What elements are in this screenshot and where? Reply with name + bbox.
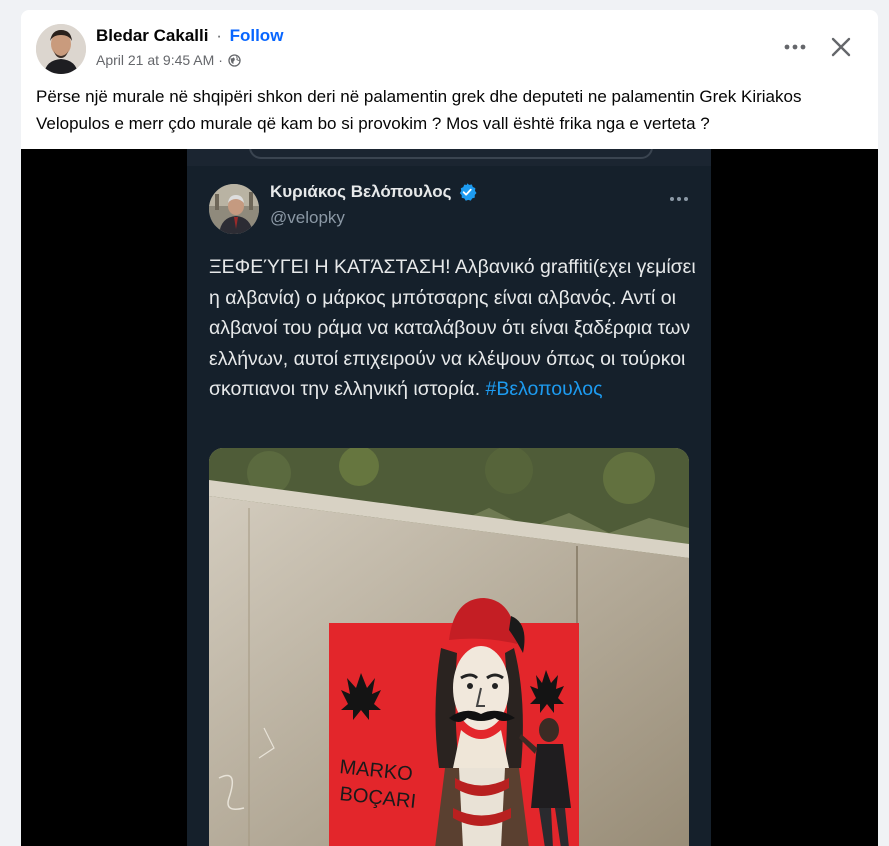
post-media[interactable]: Κυριάκος Βελόπουλος @velopky ΞΕΦΕΎΓΕΙ Η … bbox=[21, 149, 878, 846]
tweet-search-pill bbox=[249, 149, 653, 159]
more-horizontal-icon bbox=[784, 44, 806, 50]
author-avatar[interactable] bbox=[36, 24, 86, 74]
author-avatar-image bbox=[36, 24, 86, 74]
mural-photo: MARKO BOÇARI bbox=[209, 448, 689, 846]
tweet-more-icon bbox=[665, 189, 693, 209]
tweet-author-name-line: Κυριάκος Βελόπουλος bbox=[270, 182, 477, 202]
separator-dot: · bbox=[216, 26, 222, 45]
post-text: Përse një murale në shqipëri shkon deri … bbox=[36, 87, 802, 133]
tweet-hashtag: #Βελοπουλος bbox=[485, 378, 603, 400]
tweet-text: ΞΕΦΕΎΓΕΙ Η ΚΑΤΆΣΤΑΣΗ! Αλβανικό graffiti(… bbox=[209, 256, 696, 400]
tweet-screenshot: Κυριάκος Βελόπουλος @velopky ΞΕΦΕΎΓΕΙ Η … bbox=[187, 149, 711, 846]
post-timestamp[interactable]: April 21 at 9:45 AM bbox=[96, 51, 214, 69]
close-button[interactable] bbox=[825, 31, 857, 63]
close-icon bbox=[831, 37, 851, 57]
follow-button[interactable]: Follow bbox=[230, 26, 284, 45]
tweet-author-name: Κυριάκος Βελόπουλος bbox=[270, 182, 452, 201]
facebook-post: Bledar Cakalli · Follow April 21 at 9:45… bbox=[21, 10, 878, 846]
tweet-image: MARKO BOÇARI bbox=[209, 448, 689, 846]
verified-badge-icon bbox=[457, 182, 477, 202]
author-line: Bledar Cakalli · Follow bbox=[96, 25, 283, 47]
tweet-body: ΞΕΦΕΎΓΕΙ Η ΚΑΤΆΣΤΑΣΗ! Αλβανικό graffiti(… bbox=[209, 252, 699, 405]
tweet-top-bar bbox=[187, 149, 711, 166]
tweet-author-handle: @velopky bbox=[270, 208, 345, 227]
post-meta: April 21 at 9:45 AM · bbox=[96, 51, 241, 69]
separator-dot: · bbox=[218, 52, 223, 68]
tweet-author-avatar bbox=[209, 184, 259, 234]
more-options-button[interactable] bbox=[778, 32, 812, 62]
author-name[interactable]: Bledar Cakalli bbox=[96, 26, 208, 45]
globe-icon[interactable] bbox=[228, 53, 241, 67]
